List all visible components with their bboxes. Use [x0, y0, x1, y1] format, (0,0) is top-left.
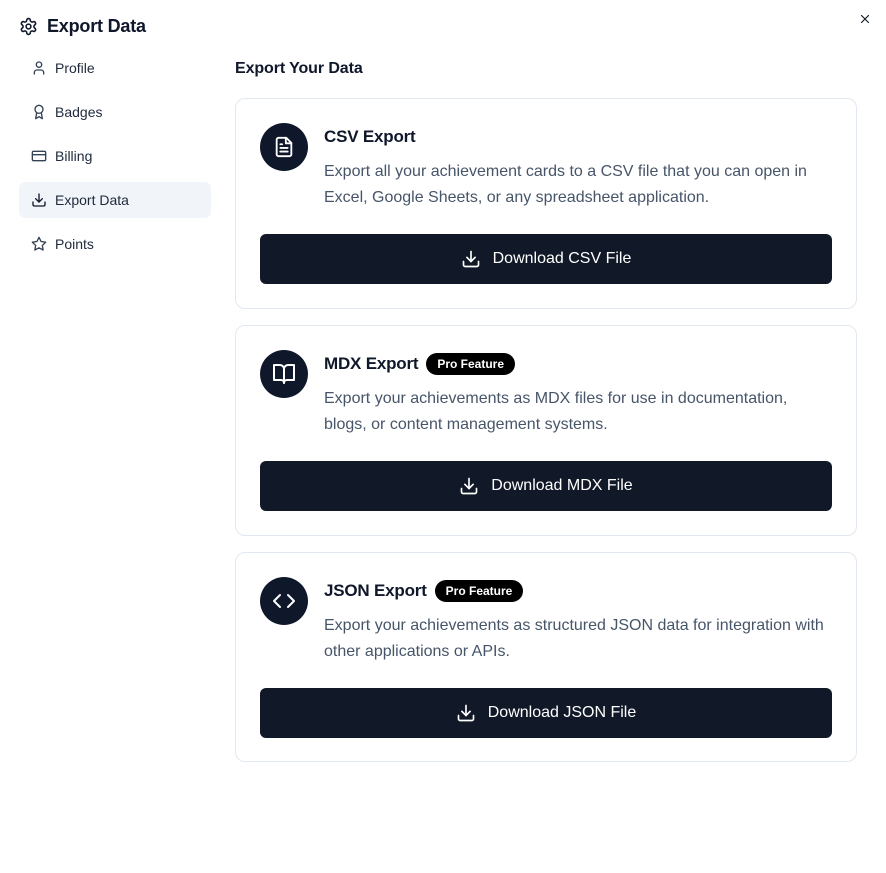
user-icon — [31, 60, 47, 76]
file-text-icon — [260, 123, 308, 171]
button-label: Download CSV File — [492, 250, 632, 267]
card-heading: MDX Export Pro Feature — [324, 352, 516, 376]
star-icon — [31, 236, 47, 252]
gear-icon — [19, 17, 38, 36]
download-csv-button[interactable]: Download CSV File — [260, 234, 832, 284]
pro-feature-badge: Pro Feature — [426, 353, 516, 375]
card-description: Export your achievements as MDX files fo… — [324, 390, 788, 433]
sidebar-item-badges[interactable]: Badges — [19, 94, 211, 130]
csv-export-card: CSV Export Export all your achievement c… — [235, 98, 857, 309]
close-button[interactable] — [856, 10, 874, 28]
dialog-title: Export Data — [47, 16, 146, 36]
card-heading: JSON Export Pro Feature — [324, 579, 524, 603]
json-export-card: JSON Export Pro Feature Export your achi… — [235, 552, 857, 762]
sidebar-item-label: Billing — [55, 148, 93, 164]
settings-sidebar: Profile Badges Billing Export Data Point… — [19, 50, 211, 270]
credit-card-icon — [31, 148, 47, 164]
close-icon — [860, 14, 870, 24]
download-icon — [456, 703, 476, 723]
mdx-export-card: MDX Export Pro Feature Export your achie… — [235, 325, 857, 536]
sidebar-item-profile[interactable]: Profile — [19, 50, 211, 86]
download-icon — [459, 476, 479, 496]
download-mdx-button[interactable]: Download MDX File — [260, 461, 832, 511]
book-open-icon — [260, 350, 308, 398]
badge-icon — [31, 104, 47, 120]
card-title: MDX Export — [324, 354, 419, 373]
sidebar-item-billing[interactable]: Billing — [19, 138, 211, 174]
sidebar-item-label: Badges — [55, 104, 103, 120]
sidebar-item-label: Profile — [55, 60, 95, 76]
page-title: Export Your Data — [235, 60, 363, 77]
download-icon — [31, 192, 47, 208]
card-description: Export your achievements as structured J… — [324, 617, 824, 660]
download-json-button[interactable]: Download JSON File — [260, 688, 832, 738]
card-heading: CSV Export — [324, 125, 416, 149]
download-icon — [461, 249, 481, 269]
card-title: CSV Export — [324, 127, 416, 146]
sidebar-item-label: Export Data — [55, 192, 129, 208]
card-description: Export all your achievement cards to a C… — [324, 163, 807, 206]
code-icon — [260, 577, 308, 625]
dialog-header: Export Data — [19, 16, 146, 37]
sidebar-item-export-data[interactable]: Export Data — [19, 182, 211, 218]
pro-feature-badge: Pro Feature — [434, 580, 524, 602]
card-title: JSON Export — [324, 581, 427, 600]
main-content: Export Your Data CSV Export Export all y… — [235, 58, 857, 762]
button-label: Download JSON File — [487, 704, 637, 721]
sidebar-item-label: Points — [55, 236, 94, 252]
sidebar-item-points[interactable]: Points — [19, 226, 211, 262]
button-label: Download MDX File — [491, 477, 633, 494]
